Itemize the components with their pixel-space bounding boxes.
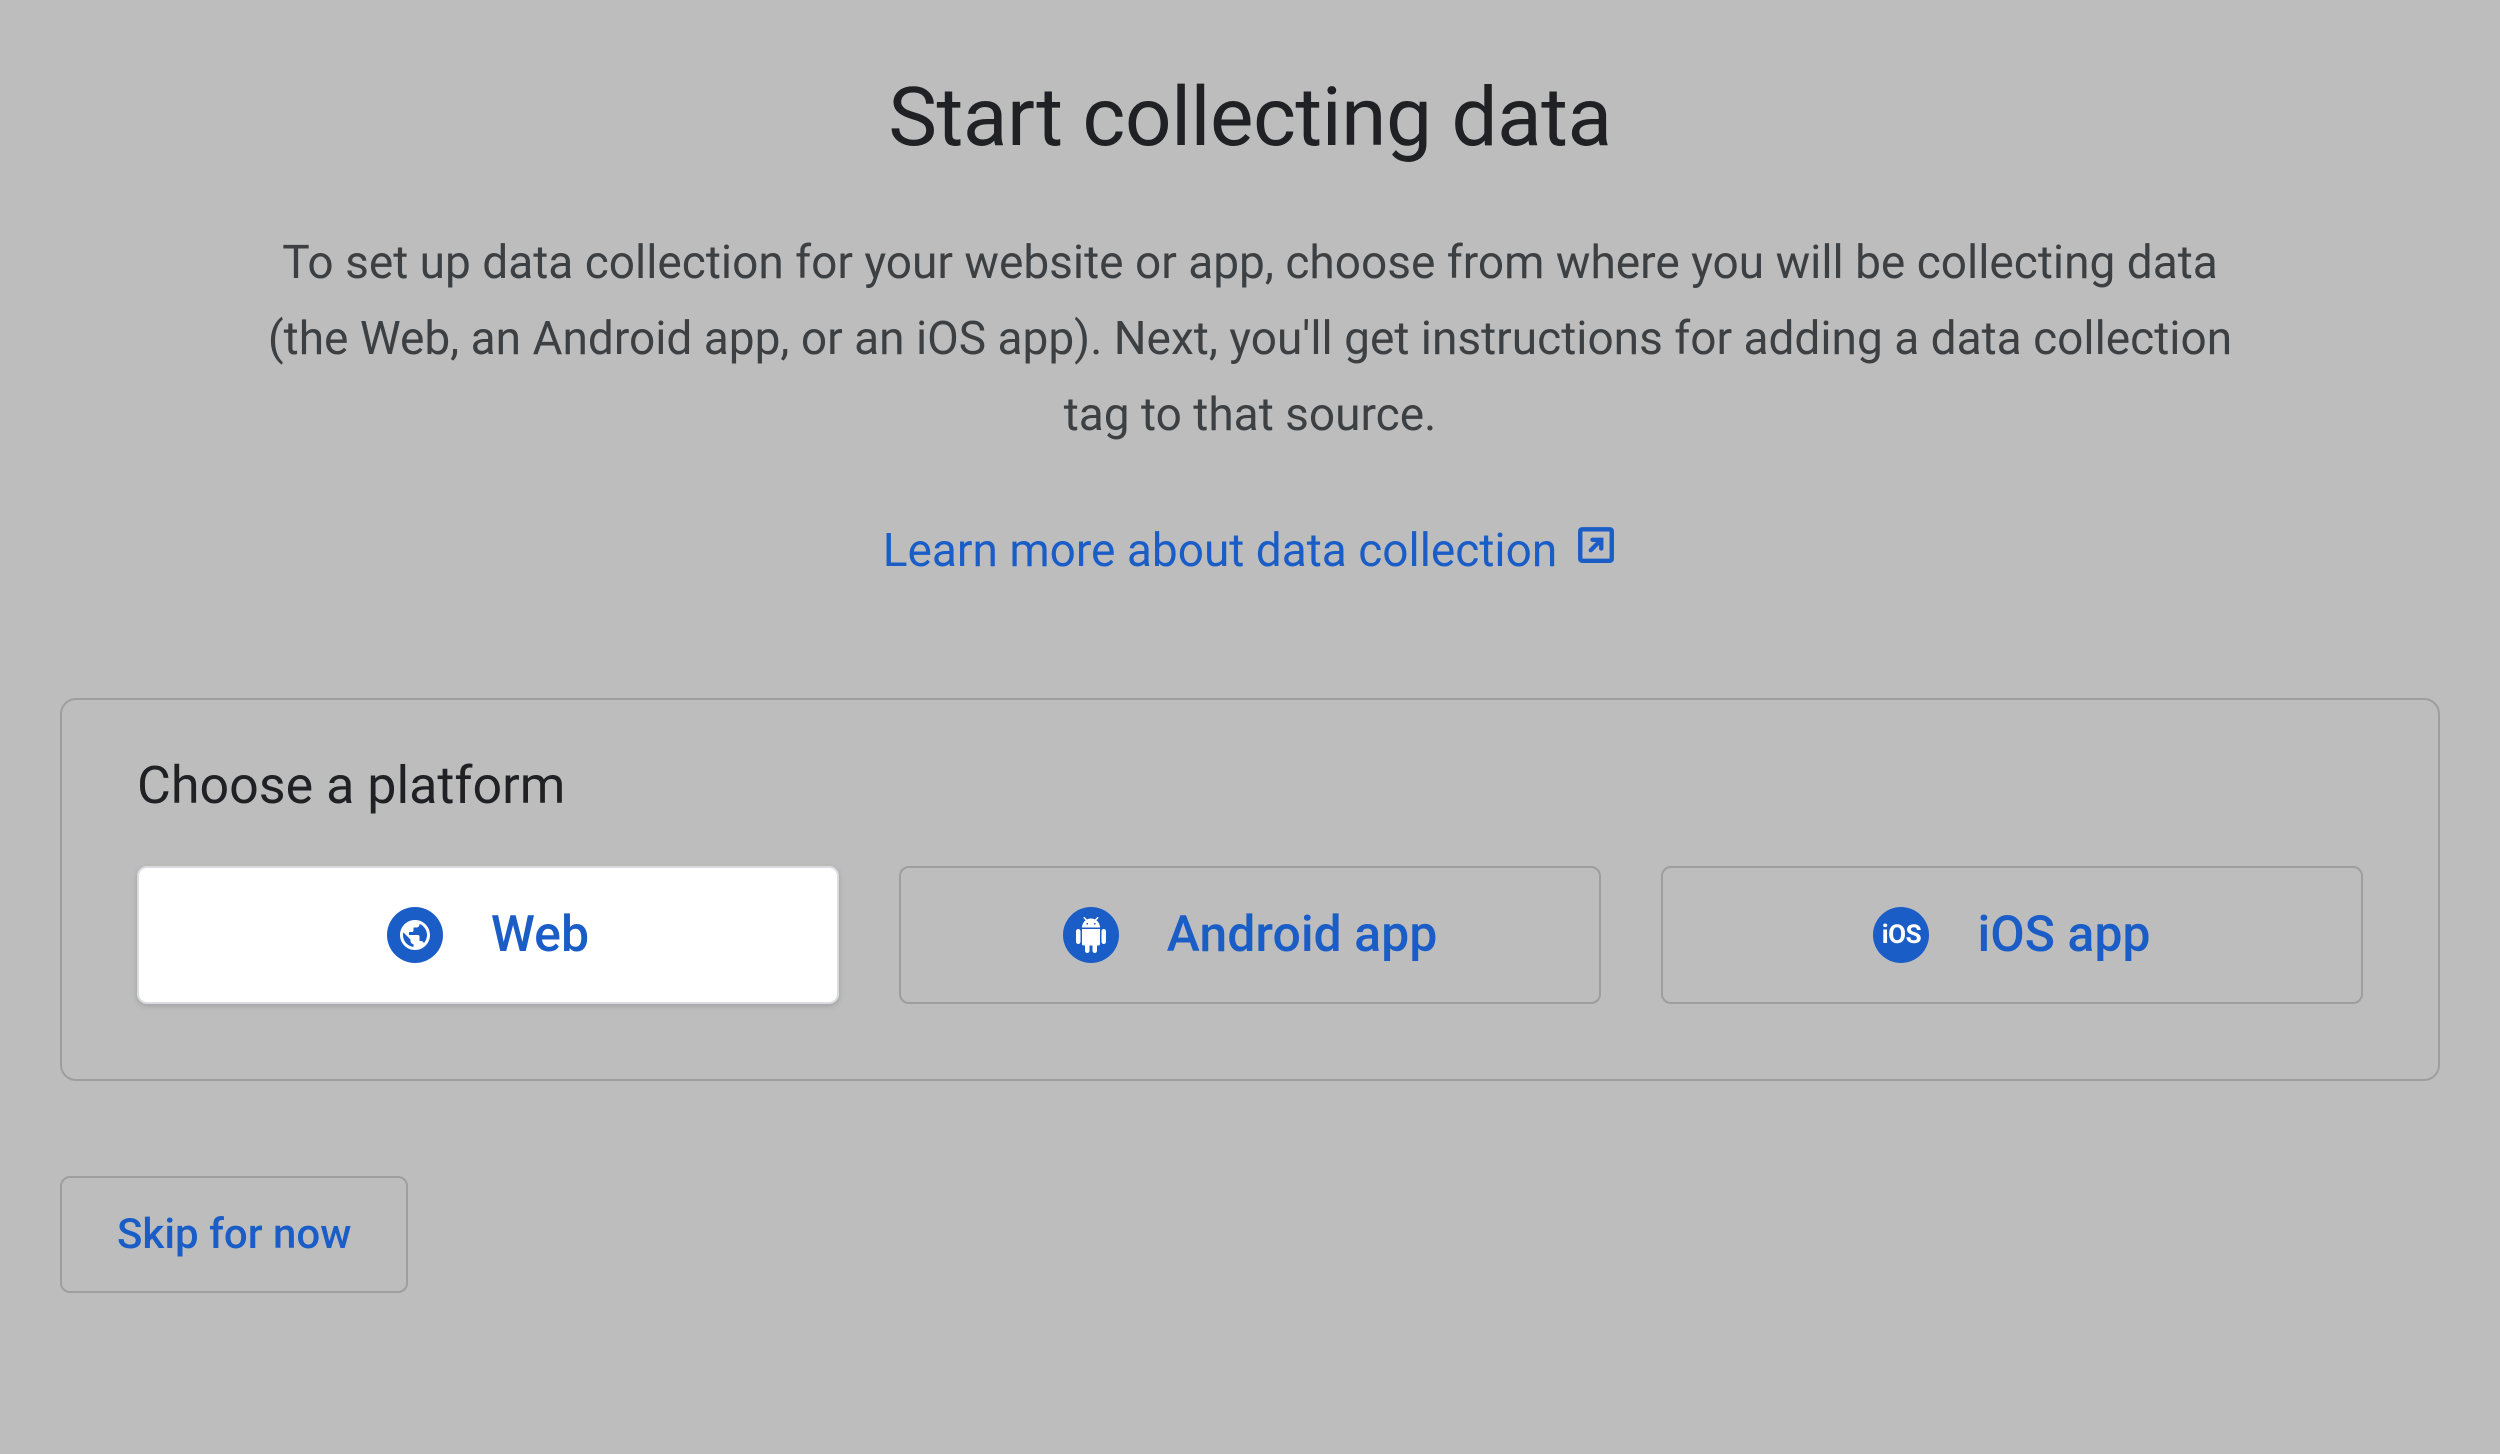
platform-heading: Choose a platform: [137, 755, 2363, 816]
page-title: Start collecting data: [60, 70, 2440, 166]
header-section: Start collecting data To set up data col…: [60, 70, 2440, 578]
external-link-icon: [1575, 524, 1617, 578]
ios-icon-text: iOS: [1882, 920, 1921, 950]
platform-options: Web Android app iOS iOS app: [137, 866, 2363, 1004]
main-container: Start collecting data To set up data col…: [60, 70, 2440, 1293]
learn-more-label: Learn more about data collection: [883, 524, 1558, 578]
platform-ios-label: iOS app: [1977, 906, 2150, 964]
ios-icon: iOS: [1873, 907, 1929, 963]
platform-web-label: Web: [491, 906, 589, 964]
page-description: To set up data collection for your websi…: [250, 226, 2250, 454]
platform-card: Choose a platform Web Android app: [60, 698, 2440, 1081]
android-icon: [1063, 907, 1119, 963]
platform-android-button[interactable]: Android app: [899, 866, 1601, 1004]
skip-button[interactable]: Skip for now: [60, 1176, 408, 1293]
platform-ios-button[interactable]: iOS iOS app: [1661, 866, 2363, 1004]
skip-label: Skip for now: [117, 1210, 351, 1259]
learn-more-link[interactable]: Learn more about data collection: [883, 524, 1618, 578]
platform-android-label: Android app: [1167, 906, 1438, 964]
globe-icon: [387, 907, 443, 963]
platform-web-button[interactable]: Web: [137, 866, 839, 1004]
